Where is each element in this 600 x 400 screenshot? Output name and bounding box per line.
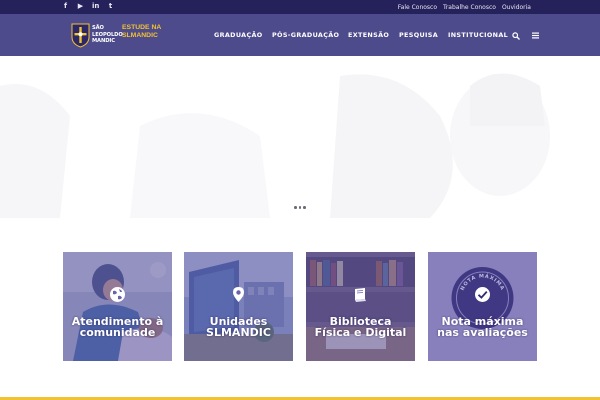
card-overlay (428, 252, 537, 361)
link-ouvidoria[interactable]: Ouvidoria (502, 4, 531, 11)
map-pin-icon (233, 287, 244, 302)
card-overlay (184, 252, 293, 361)
slider-dot[interactable] (294, 206, 297, 209)
logo-tag-line1: ESTUDE NA (122, 24, 162, 31)
card-title: Nota máxima nas avaliações (437, 315, 528, 339)
main-header: SÃO LEOPOLDO MANDIC ESTUDE NA SLMANDIC G… (0, 14, 600, 56)
nav-graduacao[interactable]: GRADUAÇÃO (214, 31, 263, 39)
logo-tagline: ESTUDE NA SLMANDIC (122, 24, 161, 40)
globe-icon (110, 287, 125, 302)
hero-slider (0, 56, 600, 218)
hero-faded-image (0, 56, 600, 218)
link-fale-conosco[interactable]: Fale Conosco (398, 4, 437, 11)
nav-extensao[interactable]: EXTENSÃO (348, 31, 389, 39)
twitter-icon[interactable]: t (107, 1, 114, 12)
nav-institucional[interactable]: INSTITUCIONAL (448, 31, 508, 39)
top-bar: f ▶ in t Fale Conosco Trabalhe Conosco O… (0, 0, 600, 14)
slider-dot[interactable] (298, 206, 301, 209)
logo-tag-line2: SLMANDIC (122, 32, 158, 39)
youtube-icon[interactable]: ▶ (77, 1, 84, 12)
check-badge-icon (475, 287, 490, 302)
site-logo[interactable]: SÃO LEOPOLDO MANDIC ESTUDE NA SLMANDIC (71, 20, 163, 52)
card-unidades-slmandic[interactable]: Unidades SLMANDIC (184, 252, 293, 361)
nav-pesquisa[interactable]: PESQUISA (399, 31, 438, 39)
card-nota-maxima[interactable]: NOTA MÁXIMA Nota máxima nas avaliações (428, 252, 537, 361)
slider-dots[interactable] (294, 206, 306, 209)
nav-pos-graduacao[interactable]: PÓS-GRADUAÇÃO (272, 31, 339, 39)
card-overlay (63, 252, 172, 361)
card-atendimento-comunidade[interactable]: Atendimento à comunidade (63, 252, 172, 361)
card-biblioteca[interactable]: Biblioteca Física e Digital (306, 252, 415, 361)
social-links: f ▶ in t (62, 1, 114, 12)
card-title: Atendimento à comunidade (71, 315, 164, 339)
top-links: Fale Conosco Trabalhe Conosco Ouvidoria (398, 0, 531, 14)
facebook-icon[interactable]: f (62, 1, 69, 12)
search-icon[interactable] (512, 32, 520, 40)
slider-dot[interactable] (303, 206, 306, 209)
shield-logo-icon (71, 23, 90, 48)
card-title: Unidades SLMANDIC (206, 315, 271, 339)
book-icon (355, 288, 366, 302)
card-overlay (306, 252, 415, 361)
link-trabalhe-conosco[interactable]: Trabalhe Conosco (443, 4, 496, 11)
linkedin-icon[interactable]: in (92, 1, 99, 12)
card-title: Biblioteca Física e Digital (314, 315, 407, 339)
hamburger-menu-icon[interactable] (532, 32, 539, 39)
